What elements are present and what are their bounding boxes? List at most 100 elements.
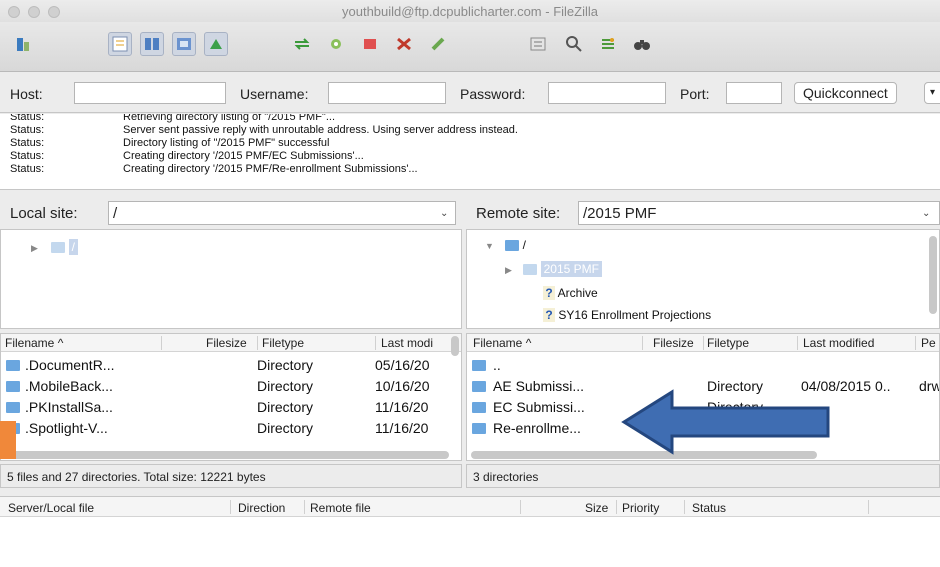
tree-node[interactable]: ▼ / [485, 238, 526, 252]
file-row[interactable]: .DocumentR... Directory 05/16/20 [1, 354, 461, 375]
host-input[interactable] [74, 82, 226, 104]
file-type: Directory [257, 420, 314, 436]
disclosure-triangle-icon[interactable]: ▼ [485, 241, 494, 251]
remote-tree[interactable]: ▼ / ▶ 2015 PMF ? Archive ? SY16 Enrollme… [466, 229, 940, 329]
quickconnect-bar: Host: Username: Password: Port: Quickcon… [0, 73, 940, 113]
column-divider[interactable] [642, 336, 643, 350]
sync-browse-icon[interactable] [596, 32, 620, 56]
log-label: Status: [10, 163, 45, 175]
vertical-scrollbar[interactable] [929, 236, 937, 314]
disconnect-icon[interactable] [392, 32, 416, 56]
column-filetype[interactable]: Filetype [707, 336, 749, 350]
file-type: Directory [257, 399, 314, 415]
column-filename[interactable]: Filename ^ [473, 336, 531, 350]
file-row[interactable]: .PKInstallSa... Directory 11/16/20 [1, 396, 461, 417]
toggle-message-log-icon[interactable] [108, 32, 132, 56]
horizontal-scrollbar[interactable] [5, 451, 449, 459]
remote-status-line: 3 directories [466, 464, 940, 488]
process-queue-icon[interactable] [324, 32, 348, 56]
column-filesize[interactable]: Filesize [206, 336, 247, 350]
chevron-down-icon[interactable]: ⌄ [440, 208, 448, 219]
column-last-modified[interactable]: Last modified [803, 336, 874, 350]
message-log[interactable]: Status: Retrieving directory listing of … [0, 114, 940, 190]
log-message: Creating directory '/2015 PMF/Re-enrollm… [123, 163, 418, 175]
filter-icon[interactable] [526, 32, 550, 56]
tree-node[interactable]: ▶ / [31, 239, 78, 255]
password-label: Password: [460, 86, 526, 102]
reconnect-icon[interactable] [426, 32, 450, 56]
quickconnect-button[interactable]: Quickconnect [794, 82, 897, 104]
file-row[interactable]: .. [467, 354, 939, 375]
file-modified: 10/16/20 [375, 378, 430, 394]
vertical-scrollbar[interactable] [451, 336, 459, 356]
unknown-folder-icon: ? [543, 286, 555, 300]
quickconnect-dropdown-button[interactable]: ▾ [924, 82, 940, 104]
tree-node[interactable]: ? Archive [543, 286, 598, 300]
site-manager-icon[interactable] [12, 32, 36, 56]
folder-icon [6, 360, 20, 371]
column-divider[interactable] [616, 500, 617, 514]
cancel-icon[interactable] [358, 32, 382, 56]
refresh-icon[interactable] [290, 32, 314, 56]
search-icon[interactable] [630, 32, 654, 56]
column-filetype[interactable]: Filetype [262, 336, 304, 350]
tree-node-label: 2015 PMF [540, 261, 602, 277]
column-divider[interactable] [520, 500, 521, 514]
column-divider[interactable] [257, 336, 258, 350]
column-filesize[interactable]: Filesize [653, 336, 694, 350]
column-divider[interactable] [915, 336, 916, 350]
folder-icon [472, 423, 486, 434]
column-status[interactable]: Status [692, 501, 726, 515]
column-size[interactable]: Size [585, 501, 608, 515]
column-divider[interactable] [230, 500, 231, 514]
compare-icon[interactable] [562, 32, 586, 56]
folder-icon [472, 402, 486, 413]
tree-node-label: / [522, 238, 526, 252]
folder-icon [51, 242, 66, 254]
local-site-label: Local site: [10, 205, 78, 222]
password-input[interactable] [548, 82, 666, 104]
tree-node[interactable]: ? SY16 Enrollment Projections [543, 308, 711, 322]
column-direction[interactable]: Direction [238, 501, 285, 515]
file-modified: 11/16/20 [375, 420, 429, 436]
toggle-remote-tree-icon[interactable] [172, 32, 196, 56]
port-input[interactable] [726, 82, 782, 104]
username-input[interactable] [328, 82, 446, 104]
column-last-modified[interactable]: Last modi [381, 336, 433, 350]
column-divider[interactable] [375, 336, 376, 350]
toggle-tree-icon[interactable] [140, 32, 164, 56]
column-divider[interactable] [304, 500, 305, 514]
column-filename[interactable]: Filename ^ [5, 336, 63, 350]
host-label: Host: [10, 86, 43, 102]
list-header: Filename ^ Filesize Filetype Last modi [1, 334, 461, 352]
column-permissions[interactable]: Pe [921, 336, 936, 350]
window-title: youthbuild@ftp.dcpublicharter.com - File… [342, 4, 598, 19]
column-divider[interactable] [684, 500, 685, 514]
file-name: .MobileBack... [25, 378, 113, 394]
column-divider[interactable] [161, 336, 162, 350]
disclosure-triangle-icon[interactable]: ▶ [31, 243, 38, 253]
remote-site-path[interactable]: /2015 PMF [578, 201, 940, 225]
local-site-path[interactable]: / [108, 201, 456, 225]
column-divider[interactable] [868, 500, 869, 514]
column-priority[interactable]: Priority [622, 501, 659, 515]
file-row[interactable]: .MobileBack... Directory 10/16/20 [1, 375, 461, 396]
column-divider[interactable] [703, 336, 704, 350]
tree-node-label: SY16 Enrollment Projections [558, 308, 712, 322]
column-remote-file[interactable]: Remote file [310, 501, 371, 515]
chevron-down-icon[interactable]: ⌄ [922, 208, 930, 219]
local-file-list[interactable]: Filename ^ Filesize Filetype Last modi .… [0, 333, 462, 461]
toolbar [0, 22, 940, 72]
toggle-queue-icon[interactable] [204, 32, 228, 56]
remote-site-label: Remote site: [476, 205, 561, 222]
local-tree[interactable]: ▶ / [0, 229, 462, 329]
tree-node[interactable]: ▶ 2015 PMF [505, 261, 602, 277]
file-row[interactable]: .Spotlight-V... Directory 11/16/20 [1, 417, 461, 438]
column-divider[interactable] [797, 336, 798, 350]
file-type: Directory [257, 357, 314, 373]
disclosure-triangle-icon[interactable]: ▶ [505, 265, 512, 275]
transfer-queue[interactable]: Server/Local file Direction Remote file … [0, 496, 940, 567]
file-name: Re-enrollme... [493, 420, 581, 436]
column-server-local-file[interactable]: Server/Local file [8, 501, 94, 515]
file-name: AE Submissi... [493, 378, 585, 394]
